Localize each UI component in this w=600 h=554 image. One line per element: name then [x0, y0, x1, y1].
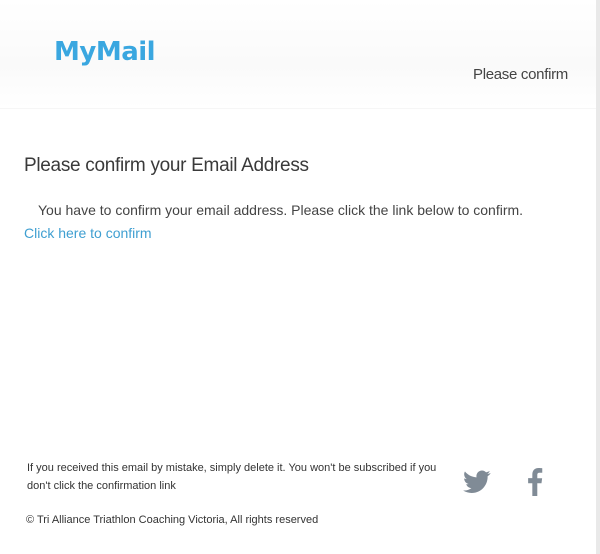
facebook-icon [528, 468, 543, 496]
email-header: MyMail Please confirm [0, 0, 596, 109]
twitter-link[interactable] [461, 466, 493, 498]
confirm-link[interactable]: Click here to confirm [24, 225, 152, 241]
facebook-link[interactable] [519, 466, 551, 498]
confirm-message: You have to confirm your email address. … [38, 202, 524, 218]
disclaimer-text: If you received this email by mistake, s… [27, 462, 437, 492]
email-page: MyMail Please confirm Please confirm you… [0, 0, 600, 554]
mymail-logo: MyMail [54, 37, 156, 67]
copyright-text: © Tri Alliance Triathlon Coaching Victor… [26, 514, 319, 526]
right-edge-border [596, 0, 600, 554]
twitter-icon [463, 470, 491, 493]
page-heading: Please confirm your Email Address [24, 155, 309, 176]
header-title: Please confirm [472, 66, 568, 83]
